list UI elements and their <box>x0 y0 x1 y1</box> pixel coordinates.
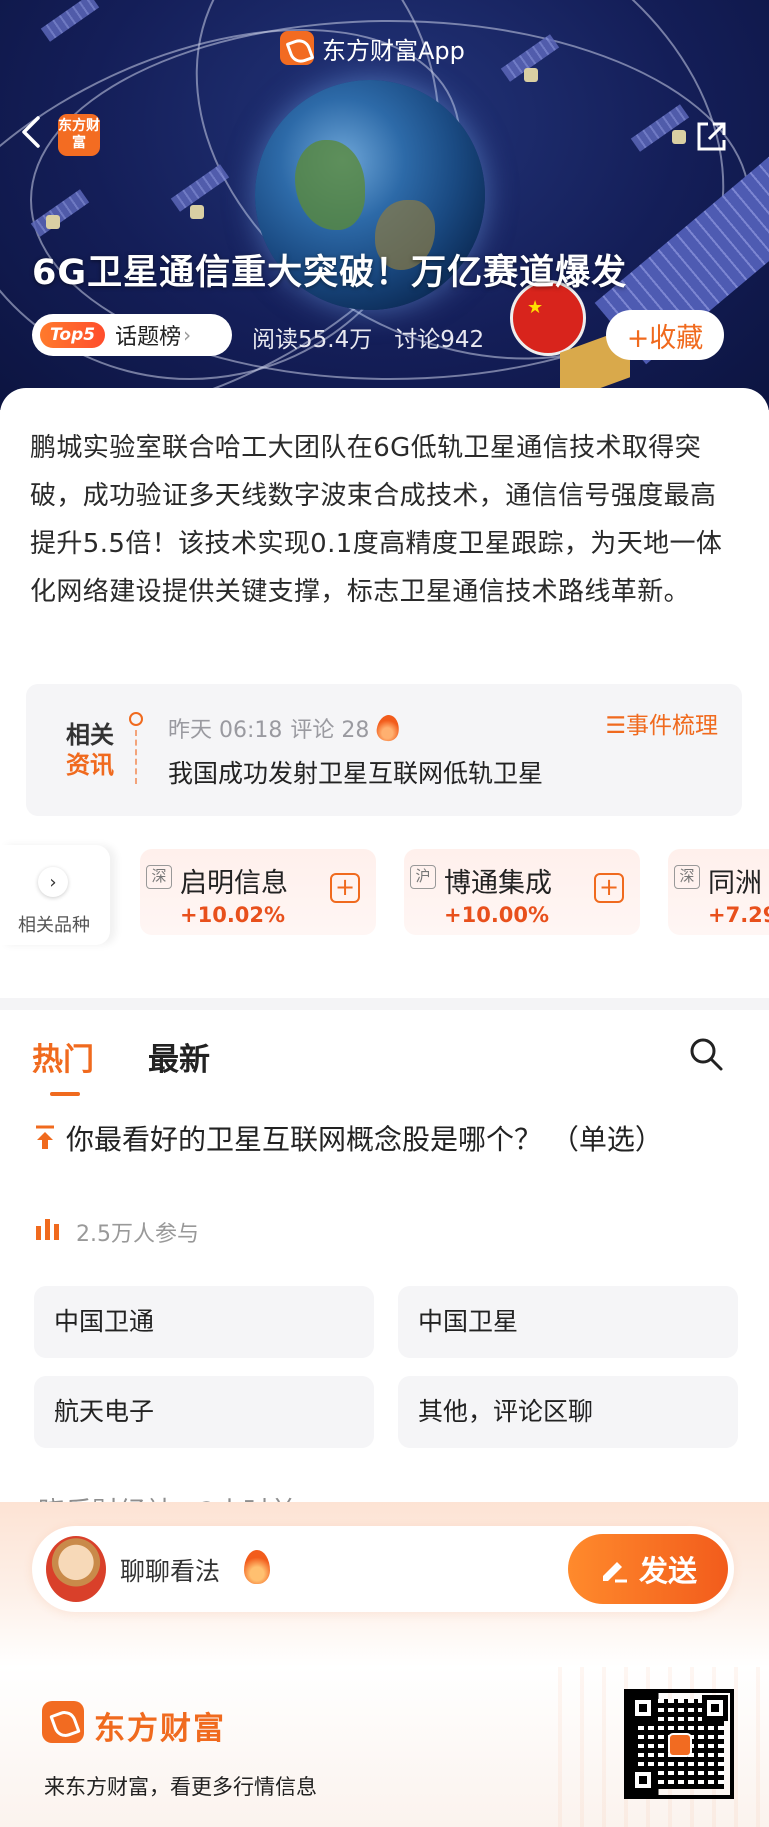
timeline-line <box>135 730 137 784</box>
poll-option[interactable]: 中国卫星 <box>398 1286 738 1358</box>
news-headline[interactable]: 我国成功发射卫星互联网低轨卫星 <box>168 754 543 790</box>
satellite <box>46 215 60 229</box>
related-stocks-label: 相关品种 <box>18 915 90 936</box>
discussion-section: 热门 最新 你最看好的卫星互联网概念股是哪个？ （单选） 2.5万人参与 中国卫… <box>0 1010 769 1510</box>
bar-chart-icon <box>36 1219 59 1240</box>
stock-card[interactable]: 深 启明信息 +10.02% + <box>140 849 376 935</box>
footer-slogan: 来东方财富，看更多行情信息 <box>44 1775 317 1799</box>
stock-change: +10.02% <box>180 903 286 927</box>
market-tag: 沪 <box>410 865 436 889</box>
topic-stats: 阅读55.4万 讨论942 <box>252 320 484 354</box>
page: ★ 东方财富App 东方财富 6G卫星通信重大突破！万亿赛道爆发 Top5 话题… <box>0 0 769 1827</box>
fire-icon <box>244 1550 270 1584</box>
satellite <box>524 68 538 82</box>
active-tab-indicator <box>50 1092 80 1096</box>
collect-button[interactable]: +收藏 <box>606 310 724 360</box>
related-news-card[interactable]: 相关 资讯 昨天 06:18 评论 28 我国成功发射卫星互联网低轨卫星 ☰事件… <box>26 684 742 816</box>
app-download-footer: 东方财富 来东方财富，看更多行情信息 <box>0 1667 769 1827</box>
stock-card[interactable]: 沪 博通集成 +10.00% + <box>404 849 640 935</box>
stock-card[interactable]: 深 同洲 +7.29 <box>668 849 769 935</box>
qr-code-icon <box>624 1689 734 1799</box>
stock-name: 同洲 <box>708 868 762 899</box>
event-timeline-link[interactable]: ☰事件梳理 <box>605 706 718 740</box>
comment-bar: 聊聊看法 发送 <box>32 1526 734 1612</box>
add-watchlist-icon[interactable]: + <box>594 873 624 903</box>
eastmoney-logo-icon <box>42 1701 84 1743</box>
related-tag-line1: 相关 <box>66 721 114 749</box>
market-tag: 深 <box>674 865 700 889</box>
pencil-icon <box>602 1562 627 1583</box>
add-watchlist-icon[interactable]: + <box>330 873 360 903</box>
comment-composer: 聊聊看法 发送 <box>0 1502 769 1667</box>
related-stocks-header[interactable]: › 相关品种 <box>0 845 110 945</box>
satellite <box>190 205 204 219</box>
stock-change: +10.00% <box>444 903 550 927</box>
tab-hot[interactable]: 热门 <box>32 1034 94 1079</box>
share-icon[interactable] <box>694 120 728 154</box>
timeline-dot <box>129 712 143 726</box>
eastmoney-badge-icon: 东方财富 <box>58 114 100 156</box>
news-time: 昨天 06:18 <box>168 718 283 743</box>
back-button[interactable] <box>20 112 50 152</box>
poll-option[interactable]: 其他，评论区聊 <box>398 1376 738 1448</box>
news-comments: 评论 28 <box>290 718 370 743</box>
topic-rank-link[interactable]: Top5 话题榜 › <box>32 314 232 356</box>
pin-top-icon <box>36 1125 54 1149</box>
satellite <box>672 130 686 144</box>
discussion-count: 讨论942 <box>394 327 485 353</box>
related-tag-line2: 资讯 <box>66 751 114 779</box>
hero-banner: ★ 东方财富App 东方财富 6G卫星通信重大突破！万亿赛道爆发 Top5 话题… <box>0 0 769 410</box>
topic-summary: 鹏城实验室联合哈工大团队在6G低轨卫星通信技术取得突破，成功验证多天线数字波束合… <box>0 388 769 658</box>
tab-latest[interactable]: 最新 <box>148 1034 210 1079</box>
summary-text: 鹏城实验室联合哈工大团队在6G低轨卫星通信技术取得突破，成功验证多天线数字波束合… <box>30 433 723 607</box>
poll-option[interactable]: 航天电子 <box>34 1376 374 1448</box>
chevron-right-icon: › <box>183 323 192 347</box>
fire-icon <box>375 713 402 743</box>
market-tag: 深 <box>146 865 172 889</box>
comment-input[interactable]: 聊聊看法 <box>120 1552 220 1588</box>
app-brand-name: 东方财富App <box>322 36 465 65</box>
topic-title: 6G卫星通信重大突破！万亿赛道爆发 <box>32 253 628 293</box>
chevron-left-icon <box>22 116 40 148</box>
news-meta: 昨天 06:18 评论 28 <box>168 712 402 744</box>
app-brand: 东方财富App <box>280 30 465 66</box>
related-stocks: › 相关品种 深 启明信息 +10.02% + 沪 博通集成 +10.00% +… <box>0 845 769 945</box>
stock-name: 启明信息 <box>180 868 288 899</box>
rank-label: 话题榜 <box>115 325 182 350</box>
read-count: 阅读55.4万 <box>252 327 373 353</box>
send-button[interactable]: 发送 <box>568 1534 728 1604</box>
send-label: 发送 <box>638 1554 697 1588</box>
top-rank-badge: Top5 <box>40 322 106 348</box>
poll-option[interactable]: 中国卫通 <box>34 1286 374 1358</box>
stock-change: +7.29 <box>708 903 769 927</box>
stock-name: 博通集成 <box>444 868 552 899</box>
footer-brand: 东方财富 <box>94 1711 226 1747</box>
related-news-tag: 相关 资讯 <box>62 720 118 780</box>
chevron-right-icon[interactable]: › <box>38 867 68 897</box>
search-icon[interactable] <box>688 1036 724 1072</box>
poll-question: 你最看好的卫星互联网概念股是哪个？ （单选） <box>66 1123 663 1156</box>
eastmoney-logo-icon <box>280 31 314 65</box>
poll-participants: 2.5万人参与 <box>76 1222 199 1247</box>
avatar <box>46 1536 106 1602</box>
